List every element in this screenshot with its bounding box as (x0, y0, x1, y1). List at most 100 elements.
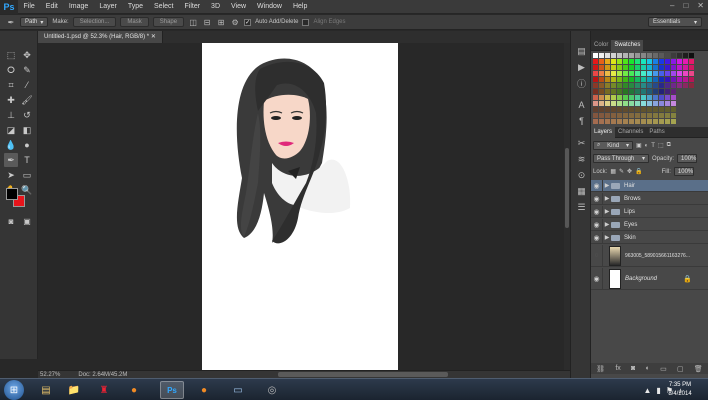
color-swatch[interactable] (659, 83, 664, 88)
color-swatch[interactable] (599, 101, 604, 106)
lock-position-icon[interactable]: ✥ (627, 168, 632, 175)
color-swatch[interactable] (623, 89, 628, 94)
color-swatch[interactable] (671, 107, 676, 112)
color-swatch[interactable] (641, 107, 646, 112)
layer-style-icon[interactable]: fx (615, 365, 620, 372)
color-swatch[interactable] (665, 53, 670, 58)
color-swatch[interactable] (683, 65, 688, 70)
start-button-icon[interactable]: ⊞ (4, 380, 24, 400)
photoshop-taskbar-icon[interactable]: Ps (160, 381, 184, 399)
color-swatch[interactable] (617, 77, 622, 82)
color-swatch[interactable] (605, 119, 610, 124)
color-swatch[interactable] (599, 77, 604, 82)
color-swatch[interactable] (677, 53, 682, 58)
color-swatch[interactable] (665, 95, 670, 100)
color-swatch[interactable] (629, 71, 634, 76)
expand-arrow-icon[interactable]: ▶ (603, 182, 611, 189)
color-swatch[interactable] (671, 83, 676, 88)
menu-type[interactable]: Type (122, 0, 148, 14)
color-swatch[interactable] (659, 89, 664, 94)
color-swatch[interactable] (647, 101, 652, 106)
color-swatch[interactable] (593, 71, 598, 76)
color-swatch[interactable] (683, 101, 688, 106)
color-swatch[interactable] (599, 83, 604, 88)
color-swatch[interactable] (623, 71, 628, 76)
lasso-tool-icon[interactable]: ⵔ (4, 63, 18, 77)
path-selection-tool-icon[interactable]: ➤ (4, 168, 18, 182)
color-swatch[interactable] (689, 77, 694, 82)
expand-arrow-icon[interactable]: ▶ (603, 234, 611, 241)
color-swatch[interactable] (617, 59, 622, 64)
tab-layers[interactable]: Layers (591, 127, 616, 138)
color-swatch[interactable] (623, 107, 628, 112)
type-tool-icon[interactable]: T (20, 153, 34, 167)
color-swatch[interactable] (683, 83, 688, 88)
color-swatch[interactable] (683, 107, 688, 112)
color-swatch[interactable] (653, 89, 658, 94)
color-swatch[interactable] (623, 65, 628, 70)
layer-row-skin[interactable]: ◉ ▶ Skin (591, 232, 708, 244)
color-swatch[interactable] (593, 107, 598, 112)
color-swatch[interactable] (659, 107, 664, 112)
pen-tool-preset-icon[interactable]: ✒ (6, 17, 16, 27)
menu-help[interactable]: Help (287, 0, 312, 14)
color-swatch[interactable] (605, 89, 610, 94)
color-swatch[interactable] (635, 89, 640, 94)
color-swatch[interactable] (647, 119, 652, 124)
color-swatch[interactable] (629, 107, 634, 112)
color-swatch[interactable] (683, 95, 688, 100)
menu-3d[interactable]: 3D (206, 0, 226, 14)
color-swatch[interactable] (653, 101, 658, 106)
color-swatch[interactable] (641, 119, 646, 124)
color-swatch[interactable] (623, 101, 628, 106)
make-mask-button[interactable]: Mask (120, 17, 149, 27)
color-swatch[interactable] (599, 65, 604, 70)
color-swatch[interactable] (641, 113, 646, 118)
color-swatch[interactable] (617, 89, 622, 94)
app-taskbar-icon[interactable]: ♜ (92, 381, 116, 399)
color-swatch[interactable] (623, 113, 628, 118)
color-swatch[interactable] (641, 77, 646, 82)
window-taskbar-icon[interactable]: ▭ (226, 381, 250, 399)
color-swatch[interactable] (659, 77, 664, 82)
color-swatch[interactable] (605, 65, 610, 70)
eye-icon[interactable]: ◉ (591, 219, 603, 230)
color-swatch[interactable] (629, 77, 634, 82)
color-swatch[interactable] (671, 89, 676, 94)
color-swatch[interactable] (671, 77, 676, 82)
horizontal-scroll-thumb[interactable] (278, 372, 448, 377)
tab-channels[interactable]: Channels (615, 127, 646, 138)
color-swatch[interactable] (593, 83, 598, 88)
menu-filter[interactable]: Filter (179, 0, 206, 14)
quick-select-tool-icon[interactable]: ✎ (20, 63, 34, 77)
color-swatch[interactable] (659, 65, 664, 70)
layer-kind-filter[interactable]: ⌕ Kind ▾ (593, 141, 633, 150)
color-swatch[interactable] (647, 89, 652, 94)
opacity-input[interactable]: 100% (677, 154, 698, 163)
color-swatch[interactable] (629, 83, 634, 88)
color-swatch[interactable] (641, 59, 646, 64)
color-swatch[interactable] (689, 113, 694, 118)
color-swatch[interactable] (659, 119, 664, 124)
layer-row-brows[interactable]: ◉ ▶ Brows (591, 193, 708, 205)
color-swatch[interactable] (599, 107, 604, 112)
color-swatch[interactable] (653, 119, 658, 124)
color-swatch[interactable] (659, 53, 664, 58)
color-swatch[interactable] (665, 65, 670, 70)
explorer-taskbar-icon[interactable]: ▤ (34, 381, 58, 399)
color-swatch[interactable] (641, 83, 646, 88)
history-panel-icon[interactable]: ▤ (575, 45, 588, 57)
color-swatch[interactable] (665, 113, 670, 118)
color-swatch[interactable] (635, 77, 640, 82)
crop-tool-icon[interactable]: ⌗ (4, 78, 18, 92)
adjustments-panel-icon[interactable]: ☰ (575, 201, 588, 213)
make-shape-button[interactable]: Shape (152, 17, 185, 27)
color-swatch[interactable] (641, 53, 646, 58)
color-swatch[interactable] (683, 119, 688, 124)
color-swatch[interactable] (665, 77, 670, 82)
color-swatch[interactable] (623, 53, 628, 58)
color-swatch[interactable] (593, 65, 598, 70)
rectangle-tool-icon[interactable]: ▭ (20, 168, 34, 182)
filter-smart-icon[interactable]: ⧉ (667, 142, 671, 149)
color-swatch[interactable] (665, 107, 670, 112)
